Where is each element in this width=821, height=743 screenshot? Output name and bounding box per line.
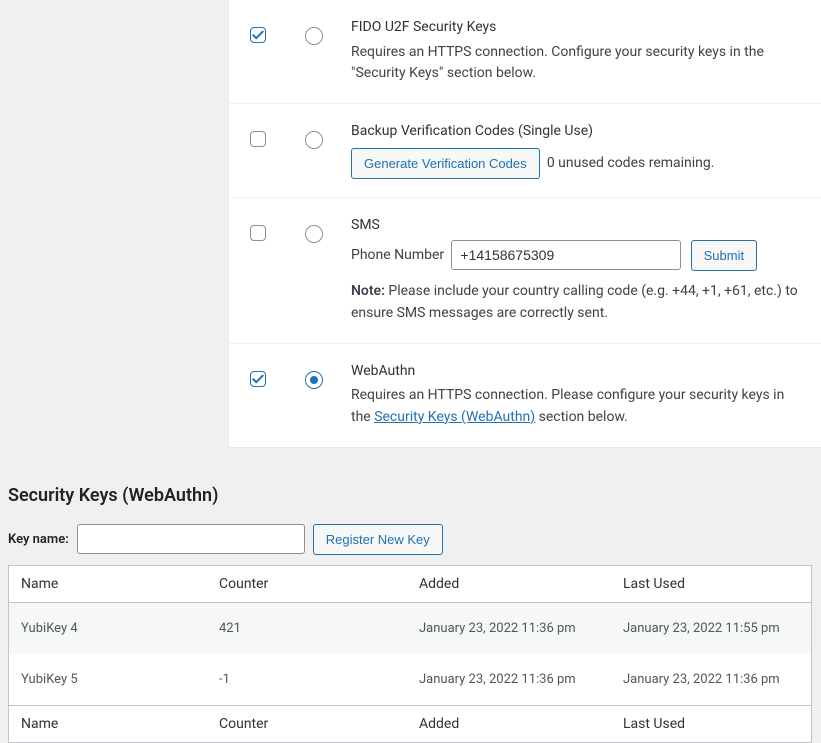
primary-fido-radio[interactable] (305, 27, 323, 45)
generate-codes-button[interactable]: Generate Verification Codes (351, 148, 540, 180)
col-footer-name: Name (9, 705, 209, 742)
col-header-last-used: Last Used (613, 566, 811, 603)
col-footer-counter: Counter (209, 705, 409, 742)
enable-fido-checkbox[interactable] (250, 27, 266, 43)
col-header-counter: Counter (209, 566, 409, 603)
key-name-cell: YubiKey 4 (9, 603, 209, 654)
sms-note: Note: Please include your country callin… (351, 281, 801, 324)
col-header-added: Added (409, 566, 613, 603)
enable-backup-checkbox[interactable] (250, 131, 266, 147)
method-row-backup: Backup Verification Codes (Single Use) G… (229, 103, 821, 197)
two-factor-methods-table: FIDO U2F Security Keys Requires an HTTPS… (229, 0, 821, 447)
security-keys-link[interactable]: Security Keys (WebAuthn) (374, 409, 535, 425)
col-header-name: Name (9, 566, 209, 603)
col-footer-last-used: Last Used (613, 705, 811, 742)
method-title: Backup Verification Codes (Single Use) (351, 122, 801, 142)
primary-backup-radio[interactable] (305, 131, 323, 149)
key-last-used-cell: January 23, 2022 11:55 pm (613, 603, 811, 654)
key-name-label: Key name: (8, 532, 69, 547)
codes-remaining-text: 0 unused codes remaining. (547, 155, 715, 171)
register-key-button[interactable]: Register New Key (313, 524, 443, 556)
method-description: Requires an HTTPS connection. Configure … (351, 42, 801, 85)
table-row: YubiKey 5 -1 January 23, 2022 11:36 pm J… (9, 654, 811, 705)
key-last-used-cell: January 23, 2022 11:36 pm (613, 654, 811, 705)
col-footer-added: Added (409, 705, 613, 742)
method-description: Requires an HTTPS connection. Please con… (351, 385, 801, 428)
method-title: WebAuthn (351, 362, 801, 382)
enable-sms-checkbox[interactable] (250, 225, 266, 241)
method-row-sms: SMS Phone Number Submit Note: Please inc… (229, 198, 821, 343)
primary-sms-radio[interactable] (305, 225, 323, 243)
key-counter-cell: -1 (209, 654, 409, 705)
security-keys-heading: Security Keys (WebAuthn) (8, 485, 821, 506)
phone-number-input[interactable] (451, 240, 681, 270)
enable-webauthn-checkbox[interactable] (250, 371, 266, 387)
table-row: YubiKey 4 421 January 23, 2022 11:36 pm … (9, 603, 811, 654)
key-counter-cell: 421 (209, 603, 409, 654)
key-added-cell: January 23, 2022 11:36 pm (409, 654, 613, 705)
method-title: FIDO U2F Security Keys (351, 18, 801, 38)
phone-number-label: Phone Number (351, 247, 444, 263)
method-row-fido: FIDO U2F Security Keys Requires an HTTPS… (229, 0, 821, 103)
key-name-input[interactable] (77, 524, 305, 554)
primary-webauthn-radio[interactable] (305, 371, 323, 389)
security-keys-table: Name Counter Added Last Used YubiKey 4 4… (8, 565, 812, 743)
submit-phone-button[interactable]: Submit (691, 240, 757, 272)
key-added-cell: January 23, 2022 11:36 pm (409, 603, 613, 654)
key-name-cell: YubiKey 5 (9, 654, 209, 705)
method-title: SMS (351, 216, 801, 236)
method-row-webauthn: WebAuthn Requires an HTTPS connection. P… (229, 343, 821, 446)
